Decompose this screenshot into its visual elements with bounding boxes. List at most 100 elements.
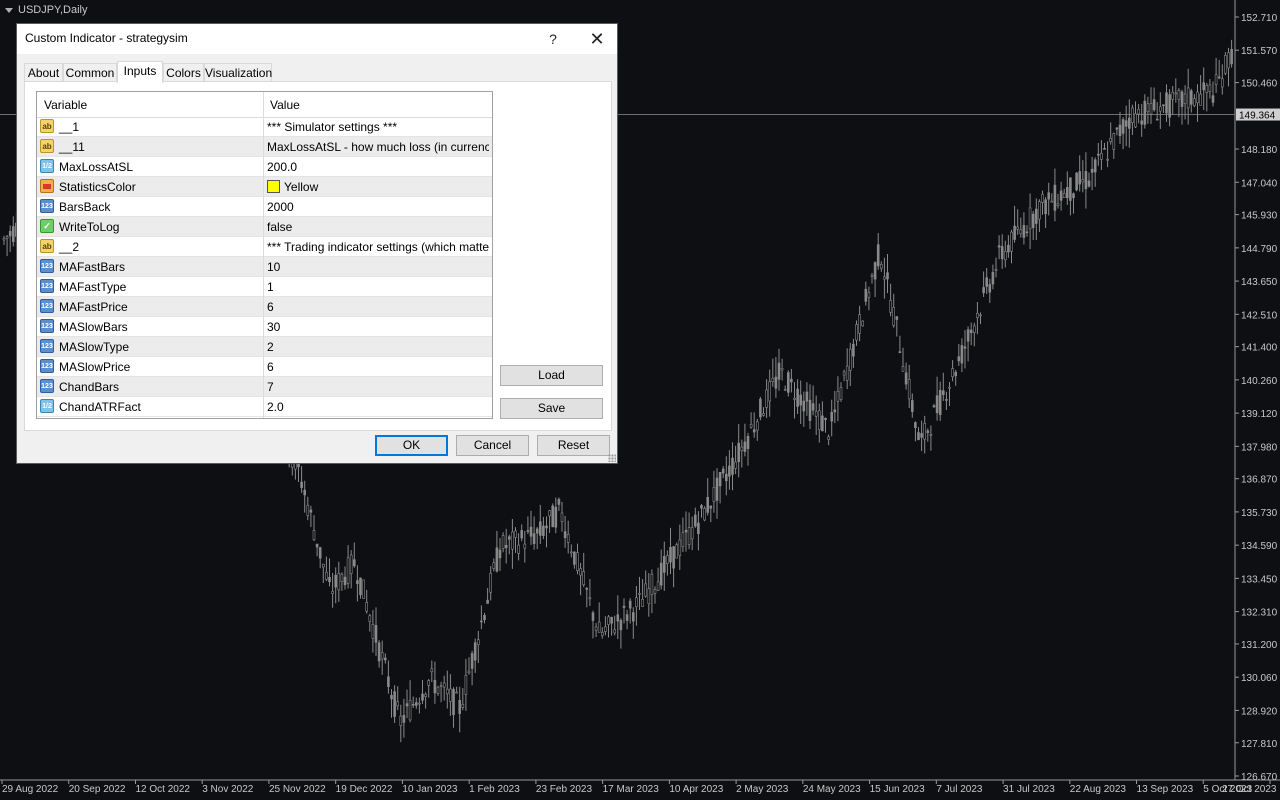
candle-body xyxy=(1217,76,1221,79)
input-row-barsback[interactable]: 123 BarsBack 2000 xyxy=(37,197,492,217)
input-value-cell[interactable]: *** Simulator settings *** xyxy=(267,120,489,134)
tab-inputs[interactable]: Inputs xyxy=(117,61,163,83)
candle-body xyxy=(895,316,899,320)
candle-body xyxy=(976,313,979,319)
input-row-maslowtype[interactable]: 123 MASlowType 2 xyxy=(37,337,492,357)
price-tick-label: 128.920 xyxy=(1241,706,1278,717)
input-row-1[interactable]: ab __1 *** Simulator settings *** xyxy=(37,117,492,137)
price-tick-label: 136.870 xyxy=(1241,475,1278,486)
time-tick-label: 15 Jun 2023 xyxy=(870,784,925,795)
candle-body xyxy=(380,652,384,660)
candle-body xyxy=(1211,95,1215,103)
candle-body xyxy=(1044,199,1047,215)
input-row-mafasttype[interactable]: 123 MAFastType 1 xyxy=(37,277,492,297)
integer-type-icon: 123 xyxy=(40,259,54,273)
resize-grip-icon[interactable] xyxy=(608,454,616,462)
candle-body xyxy=(945,399,948,401)
candle-body xyxy=(600,631,604,636)
candle-body xyxy=(1072,193,1075,199)
input-variable-name: ChandATRFact xyxy=(59,400,141,414)
candle-body xyxy=(836,390,840,402)
input-value-cell[interactable]: MaxLossAtSL - how much loss (in currency… xyxy=(267,140,489,154)
candle-body xyxy=(793,397,796,400)
input-value-cell[interactable]: 1 xyxy=(267,280,489,294)
column-divider[interactable] xyxy=(263,92,264,418)
input-value-cell[interactable]: 6 xyxy=(267,360,489,374)
input-row-2[interactable]: ab __2 *** Trading indicator settings (whi… xyxy=(37,237,492,257)
candle-body xyxy=(464,675,468,695)
tab-colors[interactable]: Colors xyxy=(163,63,204,82)
input-row-11[interactable]: ab __11 MaxLossAtSL - how much loss (in cu… xyxy=(37,137,492,157)
candle-body xyxy=(523,543,527,549)
candle-body xyxy=(817,410,821,430)
input-row-chandatrfact[interactable]: 1/2 ChandATRFact 2.0 xyxy=(37,397,492,417)
price-tick-label: 135.730 xyxy=(1241,508,1278,519)
time-tick-label: 29 Aug 2022 xyxy=(2,784,59,795)
save-button[interactable]: Save xyxy=(500,398,603,419)
price-tick-label: 133.450 xyxy=(1241,574,1278,585)
candle-body xyxy=(421,693,424,701)
column-header-value[interactable]: Value xyxy=(270,98,300,112)
input-row-mafastprice[interactable]: 123 MAFastPrice 6 xyxy=(37,297,492,317)
reset-button[interactable]: Reset xyxy=(537,435,610,456)
ok-button[interactable]: OK xyxy=(375,435,448,456)
candle-body xyxy=(467,670,471,674)
time-tick-label: 17 Mar 2023 xyxy=(603,784,660,795)
input-row-maslowprice[interactable]: 123 MASlowPrice 6 xyxy=(37,357,492,377)
input-value-cell[interactable]: 7 xyxy=(267,380,489,394)
candle-body xyxy=(1031,213,1035,228)
input-row-mafastbars[interactable]: 123 MAFastBars 10 xyxy=(37,257,492,277)
string-type-icon: ab xyxy=(40,139,54,153)
input-value-text: false xyxy=(267,220,293,234)
cancel-button[interactable]: Cancel xyxy=(456,435,529,456)
candle-body xyxy=(1075,172,1078,191)
close-icon[interactable]: ✕ xyxy=(583,28,611,50)
candle-body xyxy=(678,539,682,557)
input-value-cell[interactable]: false xyxy=(267,220,489,234)
candle-body xyxy=(1193,98,1196,107)
input-value-cell[interactable]: 200.0 xyxy=(267,160,489,174)
tab-about[interactable]: About xyxy=(24,63,63,82)
input-value-cell[interactable]: 2000 xyxy=(267,200,489,214)
dialog-titlebar[interactable]: Custom Indicator - strategysim ? ✕ xyxy=(17,24,617,54)
input-row-maxlossatsl[interactable]: 1/2 MaxLossAtSL 200.0 xyxy=(37,157,492,177)
candle-body xyxy=(721,468,725,474)
candle-body xyxy=(845,365,849,381)
candle-body xyxy=(1171,91,1174,100)
candle-body xyxy=(368,615,372,622)
input-row-writetolog[interactable]: ✓ WriteToLog false xyxy=(37,217,492,237)
input-value-cell[interactable]: 2.0 xyxy=(267,400,489,414)
candle-body xyxy=(1199,93,1202,106)
price-tick-label: 145.930 xyxy=(1241,211,1278,222)
input-value-cell[interactable]: Yellow xyxy=(267,180,489,194)
candle-body xyxy=(762,413,765,416)
input-value-cell[interactable]: 6 xyxy=(267,300,489,314)
candle-body xyxy=(672,546,675,569)
price-tick-label: 134.590 xyxy=(1241,541,1278,552)
candle-body xyxy=(517,544,520,554)
input-value-cell[interactable]: 2 xyxy=(267,340,489,354)
price-tick-label: 126.670 xyxy=(1241,772,1278,783)
input-value-cell[interactable]: 10 xyxy=(267,260,489,274)
candle-body xyxy=(1165,92,1168,114)
input-variable-name: MASlowPrice xyxy=(59,360,131,374)
tab-visualization[interactable]: Visualization xyxy=(204,63,272,82)
inputs-grid[interactable]: Variable Value ab __1 *** Simulator settin… xyxy=(36,91,493,419)
candle-body xyxy=(349,554,353,574)
tab-common[interactable]: Common xyxy=(63,63,117,82)
candle-body xyxy=(1183,93,1187,104)
input-value-cell[interactable]: 30 xyxy=(267,320,489,334)
input-row-chandbars[interactable]: 123 ChandBars 7 xyxy=(37,377,492,397)
candle-body xyxy=(1053,184,1057,211)
input-row-maslowbars[interactable]: 123 MASlowBars 30 xyxy=(37,317,492,337)
column-header-variable[interactable]: Variable xyxy=(44,98,87,112)
input-row-statisticscolor[interactable]: StatisticsColor Yellow xyxy=(37,177,492,197)
candle-body xyxy=(1022,225,1026,238)
candle-body xyxy=(848,348,852,371)
help-button[interactable]: ? xyxy=(545,28,561,50)
candle-body xyxy=(597,621,601,633)
input-value-cell[interactable]: *** Trading indicator settings (which ma… xyxy=(267,240,489,254)
load-button[interactable]: Load xyxy=(500,365,603,386)
candle-body xyxy=(1090,168,1094,173)
chart-menu-arrow-icon[interactable] xyxy=(5,8,13,13)
